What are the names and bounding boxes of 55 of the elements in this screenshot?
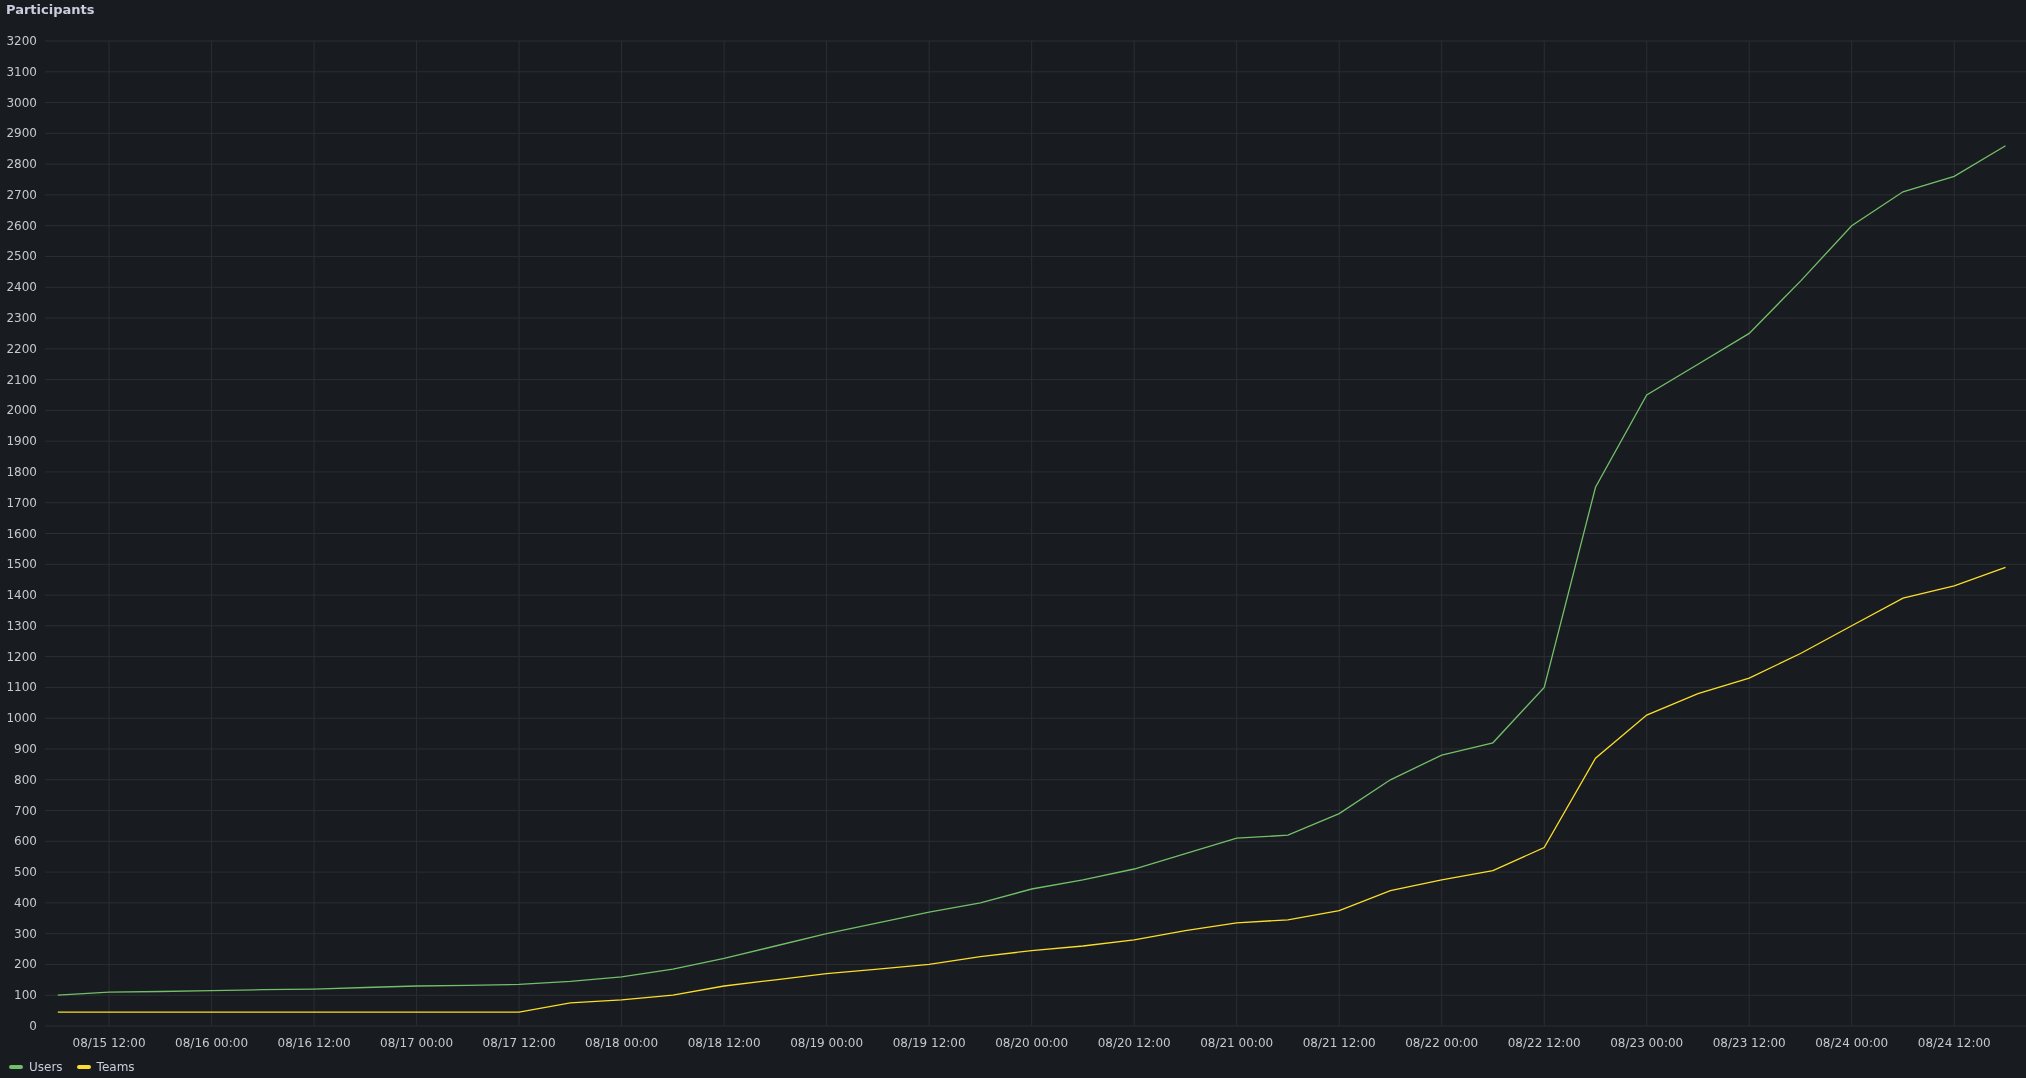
x-tick-label: 08/21 00:00	[1200, 1036, 1274, 1050]
x-tick-label: 08/18 00:00	[585, 1036, 659, 1050]
x-tick-label: 08/16 12:00	[277, 1036, 351, 1050]
y-tick-label: 3200	[6, 34, 37, 48]
y-tick-label: 1800	[6, 464, 37, 479]
y-tick-label: 2900	[6, 126, 37, 141]
x-tick-label: 08/23 12:00	[1712, 1036, 1786, 1050]
y-tick-label: 1300	[6, 618, 37, 633]
x-tick-label: 08/19 12:00	[892, 1036, 966, 1050]
y-tick-label: 1000	[6, 711, 37, 726]
x-tick-label: 08/24 12:00	[1917, 1036, 1991, 1050]
legend-label[interactable]: Teams	[96, 1060, 135, 1074]
x-tick-label: 08/22 12:00	[1507, 1036, 1581, 1050]
y-tick-label: 0	[29, 1019, 37, 1033]
y-tick-label: 2400	[6, 280, 37, 295]
y-tick-label: 200	[14, 957, 37, 972]
y-tick-label: 1400	[6, 588, 37, 603]
y-tick-label: 2000	[6, 403, 37, 418]
y-tick-label: 2700	[6, 187, 37, 202]
y-tick-label: 1600	[6, 526, 37, 541]
y-tick-label: 3000	[6, 95, 37, 110]
y-tick-label: 1700	[6, 495, 37, 510]
y-tick-label: 400	[14, 895, 37, 910]
y-tick-label: 100	[14, 988, 37, 1003]
x-tick-label: 08/20 12:00	[1097, 1036, 1171, 1050]
y-tick-label: 1900	[6, 434, 37, 449]
x-tick-label: 08/21 12:00	[1302, 1036, 1376, 1050]
y-tick-label: 1500	[6, 557, 37, 572]
y-tick-label: 2600	[6, 218, 37, 233]
y-tick-label: 1200	[6, 649, 37, 664]
x-tick-label: 08/24 00:00	[1815, 1036, 1889, 1050]
x-tick-label: 08/23 00:00	[1610, 1036, 1684, 1050]
y-tick-label: 2100	[6, 372, 37, 387]
y-tick-label: 2200	[6, 341, 37, 356]
y-tick-label: 2800	[6, 157, 37, 172]
x-tick-label: 08/17 12:00	[482, 1036, 556, 1050]
y-tick-label: 900	[14, 741, 37, 756]
y-tick-label: 1100	[6, 680, 37, 695]
x-tick-label: 08/16 00:00	[175, 1036, 249, 1050]
x-tick-label: 08/19 00:00	[790, 1036, 864, 1050]
y-tick-label: 800	[14, 772, 37, 787]
y-tick-label: 2300	[6, 311, 37, 326]
x-tick-label: 08/17 00:00	[380, 1036, 454, 1050]
x-tick-label: 08/20 00:00	[995, 1036, 1069, 1050]
y-tick-label: 3100	[6, 64, 37, 79]
y-tick-label: 500	[14, 865, 37, 880]
legend-label[interactable]: Users	[29, 1060, 63, 1074]
y-tick-label: 2500	[6, 249, 37, 264]
x-tick-label: 08/18 12:00	[687, 1036, 761, 1050]
y-tick-label: 600	[14, 834, 37, 849]
x-tick-label: 08/15 12:00	[72, 1036, 146, 1050]
panel-title: Participants	[5, 1, 95, 19]
y-tick-label: 300	[14, 926, 37, 941]
y-tick-label: 700	[14, 803, 37, 818]
x-tick-label: 08/22 00:00	[1405, 1036, 1479, 1050]
